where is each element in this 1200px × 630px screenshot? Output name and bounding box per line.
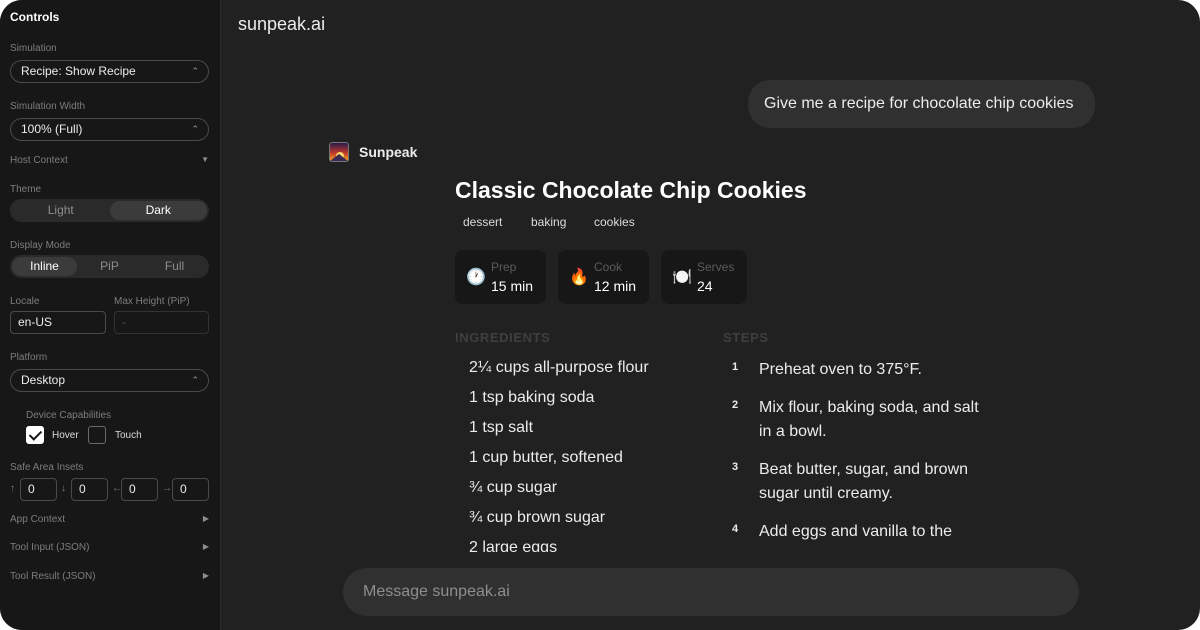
step-number: 4 <box>732 523 739 535</box>
simulation-select-value: Recipe: Show Recipe <box>21 64 136 78</box>
stat-value: 12 min <box>594 278 637 294</box>
touch-checkbox[interactable] <box>88 426 106 444</box>
ingredients-list: 2¼ cups all-purpose flour 1 tsp baking s… <box>455 352 715 552</box>
theme-toggle: Light Dark <box>10 199 209 222</box>
tool-input-label: Tool Input (JSON) <box>10 542 90 553</box>
prep-time-card: 🕐 Prep 15 min <box>455 250 546 304</box>
servings-card: 🍽️ Serves 24 <box>661 250 747 304</box>
recipe-tag: dessert <box>463 215 503 229</box>
assistant-name: Sunpeak <box>359 144 418 160</box>
safe-area-label: Safe Area Insets <box>10 462 84 473</box>
select-chevron-icon: ⌃ <box>191 375 199 385</box>
tool-input-toggle[interactable]: Tool Input (JSON) ▶ <box>10 542 209 553</box>
simulation-width-label: Simulation Width <box>10 101 86 112</box>
app-window: Controls Simulation Recipe: Show Recipe … <box>0 0 1200 630</box>
inset-left-input[interactable]: 0 <box>121 478 158 501</box>
host-context-toggle[interactable]: Host Context ▼ <box>10 155 209 166</box>
stat-value: 15 min <box>491 278 534 294</box>
theme-label: Theme <box>10 184 42 195</box>
max-height-label: Max Height (PiP) <box>114 296 190 307</box>
chevron-down-icon: ▼ <box>201 155 209 164</box>
step-number: 3 <box>732 461 739 473</box>
locale-label: Locale <box>10 296 40 307</box>
brand-title: sunpeak.ai <box>238 14 326 34</box>
simulation-label: Simulation <box>10 43 57 54</box>
arrow-up-icon: ↑ <box>10 483 15 494</box>
display-mode-inline[interactable]: Inline <box>12 257 77 276</box>
step-number: 2 <box>732 399 739 411</box>
steps-heading: STEPS <box>723 330 769 345</box>
display-mode-pip[interactable]: PiP <box>77 257 142 276</box>
step-number: 1 <box>732 361 739 373</box>
ingredient-item: ¾ cup sugar <box>469 479 558 496</box>
sunpeak-logo-icon <box>329 142 349 162</box>
cook-time-card: 🔥 Cook 12 min <box>558 250 649 304</box>
controls-sidebar: Controls Simulation Recipe: Show Recipe … <box>0 0 221 630</box>
chevron-right-icon: ▶ <box>202 571 209 580</box>
stat-label: Cook <box>594 260 623 274</box>
stat-label: Serves <box>697 260 735 274</box>
step-text: Add eggs and vanilla to the <box>759 523 953 540</box>
user-message: Give me a recipe for chocolate chip cook… <box>748 80 1095 128</box>
recipe-title: Classic Chocolate Chip Cookies <box>455 177 807 203</box>
app-context-label: App Context <box>10 514 66 525</box>
hover-checkbox[interactable] <box>26 426 44 444</box>
inset-right-input[interactable]: 0 <box>172 478 209 501</box>
stat-label: Prep <box>491 260 517 274</box>
display-mode-label: Display Mode <box>10 240 71 251</box>
inset-bottom-input[interactable]: 0 <box>71 478 108 501</box>
arrow-right-icon: → <box>162 483 172 494</box>
theme-option-light[interactable]: Light <box>12 201 110 220</box>
stat-value: 24 <box>697 278 713 294</box>
app-context-toggle[interactable]: App Context ▶ <box>10 514 209 525</box>
ingredient-item: 2 large eggs <box>469 539 558 552</box>
tool-result-label: Tool Result (JSON) <box>10 571 96 582</box>
max-height-input[interactable]: - <box>114 311 209 334</box>
inset-top-input[interactable]: 0 <box>20 478 57 501</box>
locale-input[interactable]: en-US <box>10 311 106 334</box>
message-composer <box>343 568 1079 616</box>
step-text: Mix flour, baking soda, and salt in a bo… <box>759 399 979 440</box>
touch-checkbox-label: Touch <box>115 430 142 441</box>
message-input[interactable] <box>363 568 1053 616</box>
ingredient-item: 1 tsp baking soda <box>469 389 595 406</box>
device-capabilities-label: Device Capabilities <box>26 410 112 421</box>
ingredient-item: 2¼ cups all-purpose flour <box>469 359 649 376</box>
platform-select-value: Desktop <box>21 373 66 387</box>
hover-checkbox-label: Hover <box>52 430 79 441</box>
sidebar-title: Controls <box>10 10 60 24</box>
select-chevron-icon: ⌃ <box>191 66 199 76</box>
ingredient-item: ¾ cup brown sugar <box>469 509 606 526</box>
platform-select[interactable]: Desktop ⌃ <box>10 369 209 392</box>
recipe-tag: cookies <box>594 215 635 229</box>
simulation-width-select[interactable]: 100% (Full) ⌃ <box>10 118 209 141</box>
step-text: Preheat oven to 375°F. <box>759 361 922 378</box>
chevron-right-icon: ▶ <box>202 542 209 551</box>
ingredients-heading: INGREDIENTS <box>455 330 551 345</box>
chevron-right-icon: ▶ <box>202 514 209 523</box>
steps-list: 1 Preheat oven to 375°F. 2 Mix flour, ba… <box>723 352 1013 547</box>
step-text: Beat butter, sugar, and brown sugar unti… <box>759 461 969 502</box>
platform-label: Platform <box>10 352 48 363</box>
ingredient-item: 1 tsp salt <box>469 419 534 436</box>
display-mode-full[interactable]: Full <box>142 257 207 276</box>
simulation-width-value: 100% (Full) <box>21 122 83 136</box>
clock-icon: 🕐 <box>466 269 486 286</box>
fire-icon: 🔥 <box>569 269 589 286</box>
recipe-tag: baking <box>531 215 567 229</box>
ingredient-item: 1 cup butter, softened <box>469 449 623 466</box>
tool-result-toggle[interactable]: Tool Result (JSON) ▶ <box>10 571 209 582</box>
arrow-down-icon: ↓ <box>61 483 66 494</box>
select-chevron-icon: ⌃ <box>191 124 199 134</box>
plate-icon: 🍽️ <box>672 269 692 286</box>
theme-option-dark[interactable]: Dark <box>109 201 207 220</box>
simulation-select[interactable]: Recipe: Show Recipe ⌃ <box>10 60 209 83</box>
display-mode-toggle: Inline PiP Full <box>10 255 209 278</box>
host-context-label: Host Context <box>10 155 68 166</box>
